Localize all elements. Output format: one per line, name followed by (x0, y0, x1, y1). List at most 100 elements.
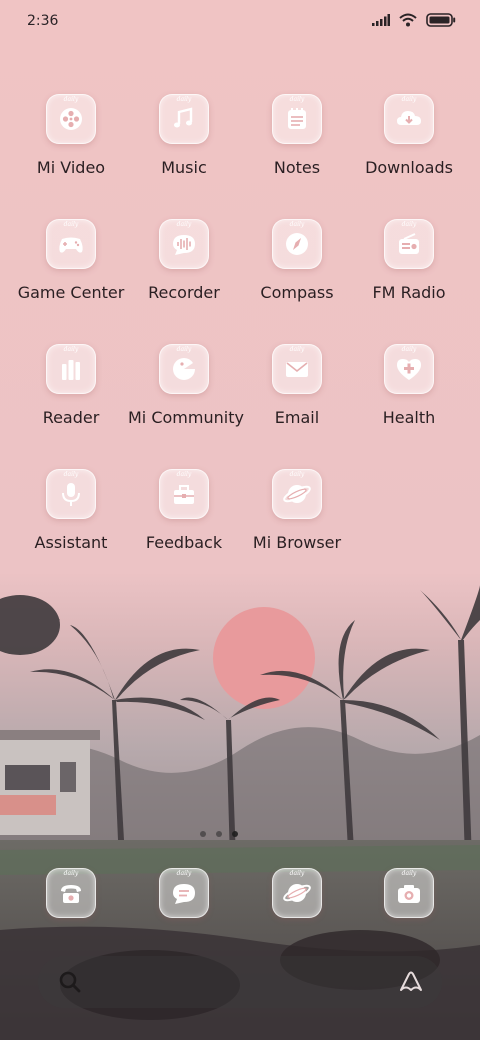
theme-brand-mark: daily (176, 471, 192, 478)
app-label: Mi Community (128, 408, 244, 427)
app-music[interactable]: daily Music (128, 94, 240, 177)
app-label: Health (382, 408, 436, 427)
radio-icon (399, 233, 419, 254)
planet-icon (283, 884, 311, 902)
theme-brand-mark: daily (401, 346, 417, 353)
theme-brand-mark: daily (401, 96, 417, 103)
dock: dailyPhonedailyMessagingdailyBrowserdail… (0, 868, 480, 918)
theme-brand-mark: daily (401, 221, 417, 228)
page-indicator (200, 831, 238, 837)
voice-assistant-icon[interactable] (398, 970, 424, 994)
app-tile[interactable]: daily (384, 219, 434, 269)
sun (213, 607, 315, 709)
music-note-icon (174, 107, 193, 128)
gamepad-icon (59, 237, 83, 253)
cloud-download-icon (397, 111, 421, 125)
audio-wave-icon (173, 235, 195, 255)
books-icon (62, 360, 80, 380)
app-label: FM Radio (372, 283, 446, 302)
theme-brand-mark: daily (289, 221, 305, 228)
app-tile[interactable]: daily (272, 344, 322, 394)
theme-brand-mark: daily (176, 96, 192, 103)
compass-icon (286, 233, 308, 255)
app-game-center[interactable]: daily Game Center (15, 219, 127, 302)
app-label: Game Center (17, 283, 125, 302)
battery-icon (426, 13, 456, 27)
microphone-icon (62, 483, 80, 506)
cellular-signal-icon (372, 14, 390, 26)
app-label: Compass (260, 283, 334, 302)
app-browser[interactable]: dailyBrowser (241, 868, 353, 918)
page-dot[interactable] (216, 831, 222, 837)
app-label: Assistant (34, 533, 108, 552)
app-label: Email (274, 408, 320, 427)
chat-bubble-icon (173, 884, 195, 904)
app-label: Notes (273, 158, 321, 177)
app-tile[interactable]: daily (46, 469, 96, 519)
theme-brand-mark: daily (289, 870, 305, 877)
status-bar: 2:36 (0, 0, 480, 44)
app-tile[interactable]: daily (159, 219, 209, 269)
app-tile[interactable]: daily (272, 868, 322, 918)
page-dot[interactable] (200, 831, 206, 837)
theme-brand-mark: daily (176, 221, 192, 228)
app-mi-browser[interactable]: daily Mi Browser (241, 469, 353, 552)
planet-icon (283, 485, 311, 503)
theme-brand-mark: daily (289, 96, 305, 103)
app-tile[interactable]: daily (272, 219, 322, 269)
app-tile[interactable]: daily (46, 219, 96, 269)
app-tile[interactable]: daily (384, 344, 434, 394)
app-tile[interactable]: daily (46, 344, 96, 394)
app-assistant[interactable]: daily Assistant (15, 469, 127, 552)
app-downloads[interactable]: daily Downloads (353, 94, 465, 177)
theme-brand-mark: daily (289, 471, 305, 478)
app-tile[interactable]: daily (384, 94, 434, 144)
theme-brand-mark: daily (63, 96, 79, 103)
theme-brand-mark: daily (63, 471, 79, 478)
app-feedback[interactable]: daily Feedback (128, 469, 240, 552)
app-recorder[interactable]: daily Recorder (128, 219, 240, 302)
theme-brand-mark: daily (289, 346, 305, 353)
search-bar[interactable] (38, 956, 442, 1008)
page-dot-active[interactable] (232, 831, 238, 837)
wifi-icon (399, 13, 417, 27)
app-compass[interactable]: daily Compass (241, 219, 353, 302)
app-mi-community[interactable]: daily Mi Community (128, 344, 244, 427)
app-tile[interactable]: daily (46, 94, 96, 144)
toolbox-icon (174, 485, 194, 504)
app-label: Feedback (145, 533, 223, 552)
app-label: Recorder (148, 283, 220, 302)
app-reader[interactable]: daily Reader (15, 344, 127, 427)
app-messaging[interactable]: dailyMessaging (128, 868, 240, 918)
app-tile[interactable]: daily (272, 94, 322, 144)
app-mi-video[interactable]: daily Mi Video (15, 94, 127, 177)
community-icon (173, 358, 195, 380)
envelope-icon (286, 362, 308, 377)
app-label: Downloads (365, 158, 453, 177)
theme-brand-mark: daily (63, 221, 79, 228)
app-email[interactable]: daily Email (241, 344, 353, 427)
app-tile[interactable]: daily (159, 344, 209, 394)
telephone-icon (61, 885, 81, 903)
app-label: Mi Browser (252, 533, 342, 552)
app-tile[interactable]: daily (159, 868, 209, 918)
app-label: Music (161, 158, 207, 177)
app-notes[interactable]: daily Notes (241, 94, 353, 177)
app-phone[interactable]: dailyPhone (15, 868, 127, 918)
theme-brand-mark: daily (176, 870, 192, 877)
app-tile[interactable]: daily (384, 868, 434, 918)
app-camera[interactable]: dailyCamera (353, 868, 465, 918)
app-fm-radio[interactable]: daily FM Radio (353, 219, 465, 302)
app-health[interactable]: daily Health (353, 344, 465, 427)
app-label: Mi Video (36, 158, 106, 177)
notepad-icon (288, 108, 306, 129)
film-reel-icon (60, 108, 82, 130)
app-tile[interactable]: daily (159, 469, 209, 519)
search-icon (59, 971, 81, 993)
theme-brand-mark: daily (176, 346, 192, 353)
app-tile[interactable]: daily (46, 868, 96, 918)
app-tile[interactable]: daily (159, 94, 209, 144)
theme-brand-mark: daily (63, 870, 79, 877)
app-tile[interactable]: daily (272, 469, 322, 519)
status-time: 2:36 (27, 13, 59, 29)
